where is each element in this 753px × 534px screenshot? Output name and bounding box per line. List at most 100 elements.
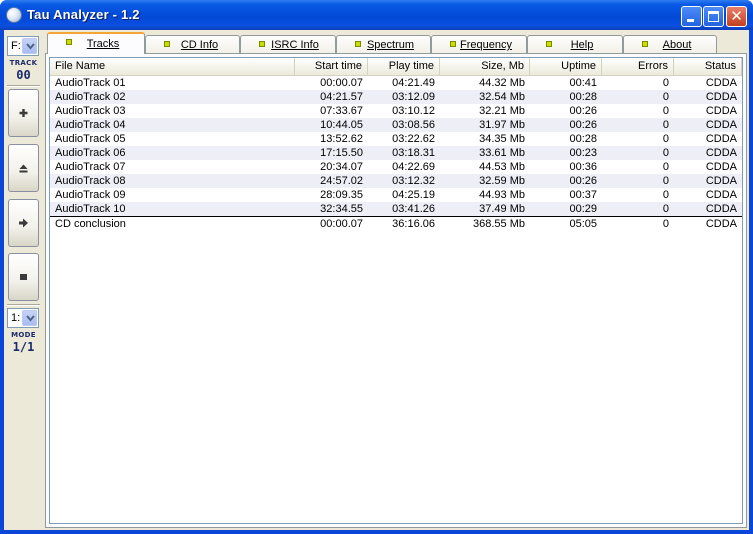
table-row[interactable]: AudioTrack 08 24:57.02 03:12.32 32.59 Mb 00:… xyxy=(50,174,742,188)
table-cell: CDDA xyxy=(705,147,737,159)
tab-label: CD Info xyxy=(180,39,219,51)
table-cell: CDDA xyxy=(705,119,737,131)
drive-select-value: F: xyxy=(11,40,21,52)
table-cell: 368.55 Mb xyxy=(473,218,525,230)
tab-about[interactable]: About xyxy=(623,35,717,54)
add-button[interactable] xyxy=(8,89,39,137)
table-cell: 34.35 Mb xyxy=(479,133,525,145)
table-cell: CDDA xyxy=(705,203,737,215)
table-row[interactable]: AudioTrack 10 32:34.55 03:41.26 37.49 Mb 00:… xyxy=(50,202,742,216)
tab-frequency[interactable]: Frequency xyxy=(431,35,527,54)
divider xyxy=(7,85,40,87)
table-cell: 07:33.67 xyxy=(320,105,363,117)
plus-icon xyxy=(19,109,28,117)
table-row[interactable]: AudioTrack 05 13:52.62 03:22.62 34.35 Mb 00:… xyxy=(50,132,742,146)
table-cell: CDDA xyxy=(705,161,737,173)
track-caption: TRACK xyxy=(9,59,38,67)
stop-icon xyxy=(20,274,27,280)
column-header[interactable]: Status xyxy=(674,58,742,75)
table-row[interactable]: AudioTrack 02 04:21.57 03:12.09 32.54 Mb 00:… xyxy=(50,90,742,104)
table-cell: 20:34.07 xyxy=(320,161,363,173)
table-cell: AudioTrack 04 xyxy=(55,119,126,131)
tab-label: About xyxy=(662,39,692,51)
table-cell: 00:00.07 xyxy=(320,218,363,230)
stop-button[interactable] xyxy=(8,253,39,301)
table-cell: AudioTrack 06 xyxy=(55,147,126,159)
column-header[interactable]: Uptime xyxy=(530,58,602,75)
maximize-button[interactable] xyxy=(703,6,724,27)
table-cell: 03:18.31 xyxy=(392,147,435,159)
table-cell: 0 xyxy=(662,147,669,159)
drive-select[interactable]: F: xyxy=(7,36,39,56)
tab-label: ISRC Info xyxy=(271,39,319,51)
table-cell: 00:36 xyxy=(569,161,597,173)
table-cell: 00:00.07 xyxy=(320,77,363,89)
table-cell: 32.59 Mb xyxy=(479,175,525,187)
tab-help[interactable]: Help xyxy=(527,35,623,54)
minimize-button[interactable] xyxy=(681,6,702,27)
tab-cd-info[interactable]: CD Info xyxy=(145,35,240,54)
table-cell: CDDA xyxy=(705,175,737,187)
table-row[interactable]: AudioTrack 06 17:15.50 03:18.31 33.61 Mb 00:… xyxy=(50,146,742,160)
table-cell: AudioTrack 10 xyxy=(55,203,126,215)
table-cell: CDDA xyxy=(705,77,737,89)
table-cell: 36:16.06 xyxy=(392,218,435,230)
mode-value: 1/1 xyxy=(12,340,35,354)
column-header[interactable]: File Name xyxy=(50,58,295,75)
table-cell: 00:28 xyxy=(569,91,597,103)
chevron-down-icon[interactable] xyxy=(22,310,37,326)
app-icon[interactable] xyxy=(6,7,22,23)
table-cell: CDDA xyxy=(705,91,737,103)
table-row[interactable]: AudioTrack 09 28:09.35 04:25.19 44.93 Mb 00:… xyxy=(50,188,742,202)
table-cell: 00:26 xyxy=(569,175,597,187)
table-cell: 00:26 xyxy=(569,105,597,117)
table-cell: 00:37 xyxy=(569,189,597,201)
table-cell: 44.53 Mb xyxy=(479,161,525,173)
close-button[interactable]: ✕ xyxy=(726,6,747,27)
divider xyxy=(7,304,40,306)
table-cell: 28:09.35 xyxy=(320,189,363,201)
table-row[interactable]: AudioTrack 04 10:44.05 03:08.56 31.97 Mb 00:… xyxy=(50,118,742,132)
column-header[interactable]: Play time xyxy=(368,58,440,75)
tab-isrc-info[interactable]: ISRC Info xyxy=(240,35,336,54)
table-cell: 37.49 Mb xyxy=(479,203,525,215)
mode-caption: MODE xyxy=(11,331,36,339)
tab-tracks[interactable]: Tracks xyxy=(47,32,145,54)
table-cell: 03:10.12 xyxy=(392,105,435,117)
maximize-icon xyxy=(708,11,719,22)
table-cell: CDDA xyxy=(705,189,737,201)
table-cell: 00:29 xyxy=(569,203,597,215)
table-cell: AudioTrack 05 xyxy=(55,133,126,145)
summary-row[interactable]: CD conclusion 00:00.07 36:16.06 368.55 Mb 05… xyxy=(50,216,742,230)
table-cell: CDDA xyxy=(705,105,737,117)
column-header[interactable]: Start time xyxy=(295,58,368,75)
table-cell: 0 xyxy=(662,218,669,230)
table-cell: 17:15.50 xyxy=(320,147,363,159)
table-row[interactable]: AudioTrack 03 07:33.67 03:10.12 32.21 Mb 00:… xyxy=(50,104,742,118)
chevron-down-icon[interactable] xyxy=(22,38,37,54)
tracks-table[interactable]: File Name Start time Play time Size, Mb Upti… xyxy=(49,57,743,524)
tab-spectrum[interactable]: Spectrum xyxy=(336,35,431,54)
table-cell: 10:44.05 xyxy=(320,119,363,131)
table-cell: 13:52.62 xyxy=(320,133,363,145)
table-header: File Name Start time Play time Size, Mb Upti… xyxy=(50,58,742,76)
table-cell: 03:08.56 xyxy=(392,119,435,131)
table-row[interactable]: AudioTrack 07 20:34.07 04:22.69 44.53 Mb 00:… xyxy=(50,160,742,174)
tab-label: Spectrum xyxy=(366,39,415,51)
table-cell: 32:34.55 xyxy=(320,203,363,215)
mode-select[interactable]: 1: xyxy=(7,308,39,328)
eject-button[interactable] xyxy=(8,144,39,192)
client-area: F: TRACK 0 0 1: MODE 1/1 Tracks CD Info I… xyxy=(4,30,749,530)
table-cell: AudioTrack 08 xyxy=(55,175,126,187)
table-cell: 32.54 Mb xyxy=(479,91,525,103)
table-cell: CD conclusion xyxy=(55,218,126,230)
table-cell: AudioTrack 09 xyxy=(55,189,126,201)
title-bar[interactable]: Tau Analyzer - 1.2 ✕ xyxy=(0,0,753,30)
table-cell: 04:22.69 xyxy=(392,161,435,173)
play-icon xyxy=(19,218,28,228)
table-row[interactable]: AudioTrack 01 00:00.07 04:21.49 44.32 Mb 00:… xyxy=(50,76,742,90)
column-header[interactable]: Size, Mb xyxy=(440,58,530,75)
play-button[interactable] xyxy=(8,199,39,247)
column-header[interactable]: Errors xyxy=(602,58,674,75)
table-cell: 00:28 xyxy=(569,133,597,145)
